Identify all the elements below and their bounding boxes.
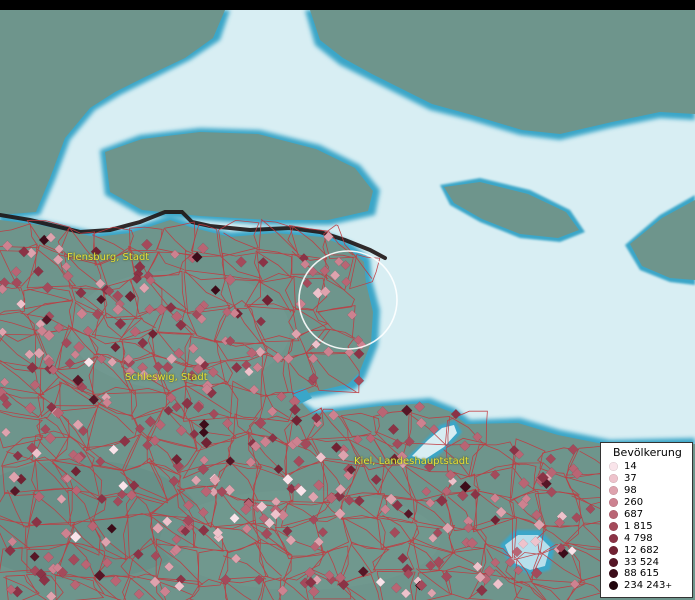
legend-label: 4 798 <box>624 532 653 544</box>
city-label-flensburg: Flensburg, Stadt <box>67 252 150 263</box>
legend-swatch <box>609 474 618 484</box>
legend-swatch <box>609 545 618 555</box>
legend-swatch <box>609 521 618 531</box>
legend-label: 33 524 <box>624 556 659 568</box>
legend-label: 37 <box>624 473 637 485</box>
legend-item: 687 <box>605 509 688 521</box>
legend-swatch <box>609 581 618 591</box>
legend-item: 4 798 <box>605 532 688 544</box>
city-label-schleswig: Schleswig, Stadt <box>125 372 208 383</box>
legend-item: 88 615 <box>605 568 688 580</box>
legend-overflow-marker: + <box>665 581 673 591</box>
legend-item: 12 682 <box>605 544 688 556</box>
legend-label: 88 615 <box>624 568 659 580</box>
legend-swatch <box>609 510 618 519</box>
legend-label: 12 682 <box>624 544 659 556</box>
legend-swatch <box>609 486 618 496</box>
legend-label: 687 <box>624 509 644 520</box>
legend-item: 98 <box>605 485 688 497</box>
legend-item: 14 <box>605 461 688 473</box>
legend-label: 260 <box>624 497 644 509</box>
legend-item: 1 815 <box>605 520 688 532</box>
legend-swatch <box>609 533 618 543</box>
legend-label: 1 815 <box>624 520 653 532</box>
legend-items: 14 37 98 260 687 1 815 4 798 12 682 33 524 88 615… <box>605 461 688 592</box>
legend-swatch <box>609 569 618 579</box>
legend-title: Bevölkerung <box>613 446 682 459</box>
city-label-kiel: Kiel, Landeshauptstadt <box>354 456 469 467</box>
legend-item: 33 524 <box>605 556 688 568</box>
legend: Bevölkerung 14 37 98 260 687 1 815 4 798 12 682… <box>600 442 693 598</box>
legend-swatch <box>609 462 618 472</box>
legend-item: 37 <box>605 473 688 485</box>
legend-item: 260 <box>605 497 688 509</box>
legend-item: 234 243 + <box>605 580 688 592</box>
map-canvas[interactable] <box>0 10 695 600</box>
legend-swatch <box>609 498 618 508</box>
legend-label: 14 <box>624 461 637 473</box>
legend-label: 98 <box>624 485 637 497</box>
top-bar <box>0 0 695 10</box>
legend-swatch <box>609 557 618 567</box>
legend-label: 234 243 <box>624 580 666 592</box>
